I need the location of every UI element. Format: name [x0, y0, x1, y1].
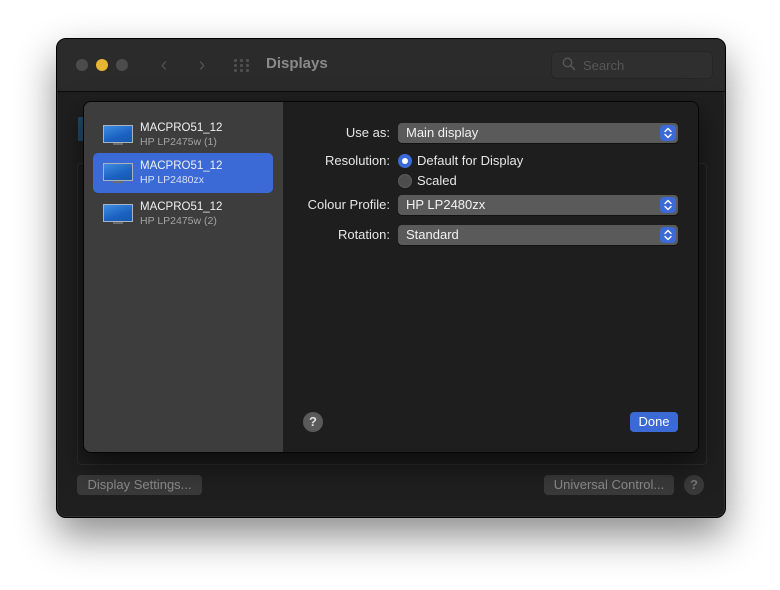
- universal-control-button[interactable]: Universal Control...: [544, 475, 674, 495]
- resolution-label: Resolution:: [324, 153, 390, 168]
- rotation-value: Standard: [406, 227, 459, 242]
- zoom-button[interactable]: [116, 59, 128, 71]
- monitor-icon: [103, 163, 133, 185]
- colour-profile-value: HP LP2480zx: [406, 197, 486, 212]
- minimize-button[interactable]: [96, 59, 108, 71]
- up-down-chevron-icon: [660, 197, 676, 213]
- title-bar: ‹ › Displays: [57, 39, 725, 92]
- help-icon[interactable]: ?: [303, 412, 323, 432]
- rotation-label: Rotation:: [337, 227, 390, 242]
- resolution-scaled-radio[interactable]: [398, 174, 412, 188]
- display-settings-sheet: MACPRO51_12 HP LP2475w (1) MACPRO51_12 H…: [83, 101, 699, 453]
- search-input[interactable]: [581, 55, 705, 75]
- colour-profile-popup[interactable]: HP LP2480zx: [398, 195, 678, 215]
- rotation-popup[interactable]: Standard: [398, 225, 678, 245]
- display-settings-button[interactable]: Display Settings...: [77, 475, 202, 495]
- monitor-icon: [103, 204, 133, 226]
- grid-icon[interactable]: [234, 59, 250, 72]
- resolution-default-label[interactable]: Default for Display: [417, 153, 523, 168]
- display-model: HP LP2480zx: [140, 174, 205, 186]
- use-as-value: Main display: [406, 125, 479, 140]
- colour-profile-label: Colour Profile:: [307, 197, 390, 212]
- use-as-popup[interactable]: Main display: [398, 123, 678, 143]
- display-item-2[interactable]: MACPRO51_12 HP LP2480zx: [93, 153, 273, 193]
- done-button[interactable]: Done: [630, 412, 678, 432]
- window-title: Displays: [266, 55, 328, 72]
- display-model: HP LP2475w (2): [140, 215, 217, 227]
- display-name: MACPRO51_12: [140, 201, 223, 213]
- resolution-scaled-label[interactable]: Scaled: [417, 173, 457, 188]
- display-name: MACPRO51_12: [140, 160, 223, 172]
- use-as-label: Use as:: [345, 125, 390, 140]
- display-list-sidebar: MACPRO51_12 HP LP2475w (1) MACPRO51_12 H…: [84, 102, 283, 452]
- close-button[interactable]: [76, 59, 88, 71]
- up-down-chevron-icon: [660, 227, 676, 243]
- back-chevron-left-icon[interactable]: ‹: [152, 53, 176, 77]
- search-field[interactable]: [551, 51, 713, 79]
- display-model: HP LP2475w (1): [140, 136, 217, 148]
- forward-chevron-right-icon[interactable]: ›: [190, 53, 214, 77]
- display-options-pane: Use as: Main display Resolution: Default…: [283, 102, 698, 452]
- search-icon: [562, 57, 576, 71]
- monitor-icon: [103, 125, 133, 147]
- display-name: MACPRO51_12: [140, 122, 223, 134]
- resolution-default-radio[interactable]: [398, 154, 412, 168]
- background-help-icon[interactable]: ?: [684, 475, 704, 495]
- display-item-3[interactable]: MACPRO51_12 HP LP2475w (2): [93, 194, 273, 234]
- display-item-1[interactable]: MACPRO51_12 HP LP2475w (1): [93, 115, 273, 155]
- up-down-chevron-icon: [660, 125, 676, 141]
